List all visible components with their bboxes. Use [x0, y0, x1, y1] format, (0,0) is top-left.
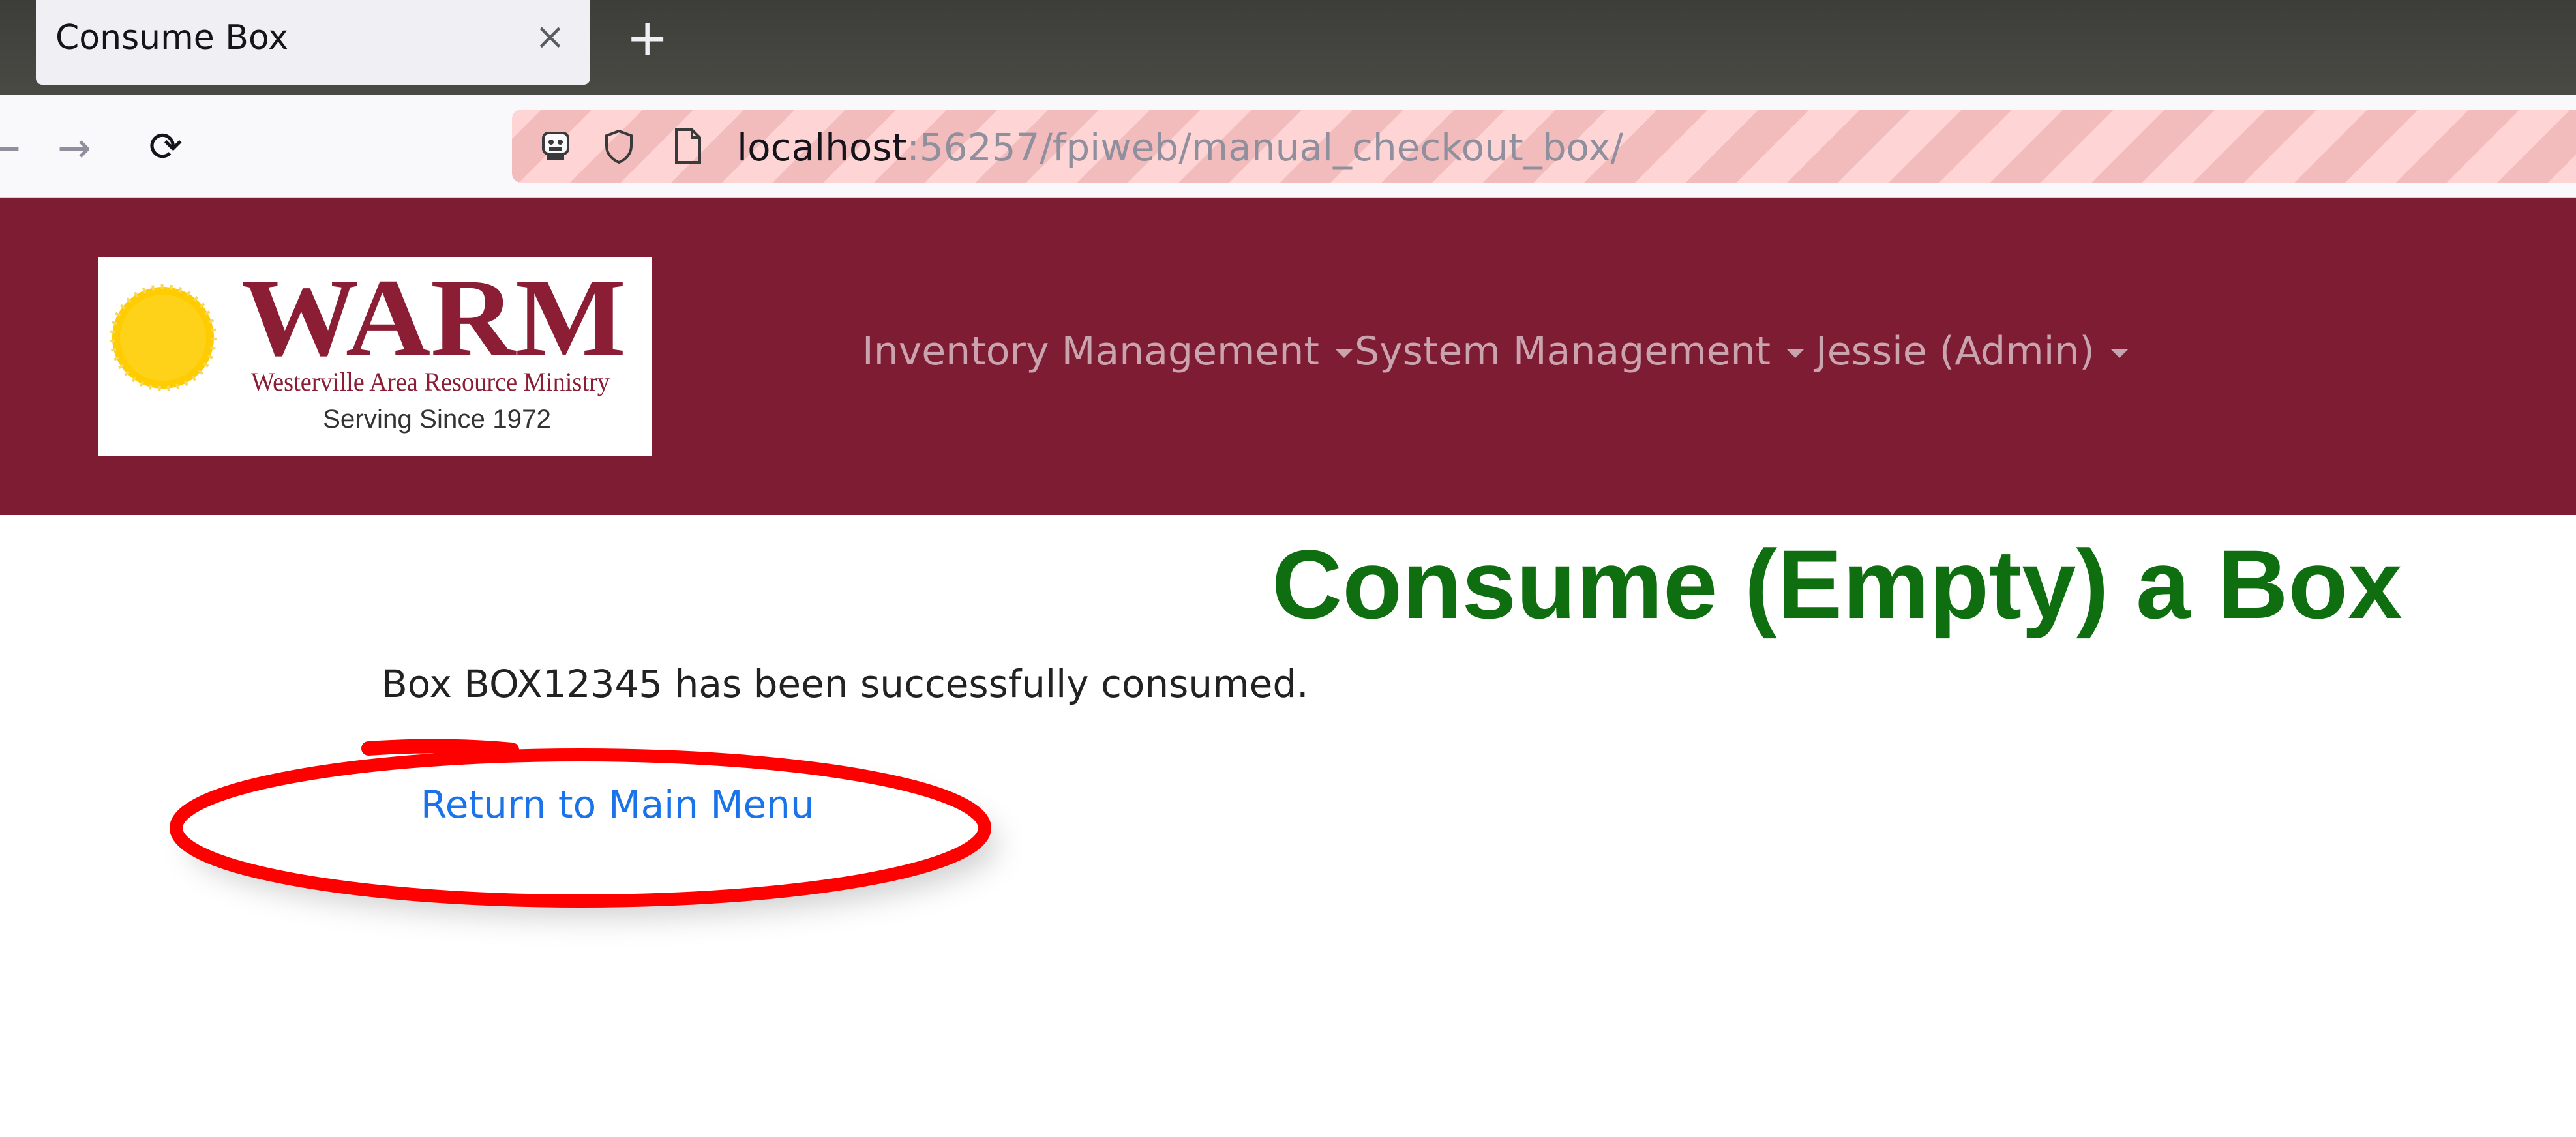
- browser-tab[interactable]: Consume Box ×: [36, 0, 590, 85]
- logo-title: WARM: [241, 257, 626, 379]
- url-text[interactable]: localhost:56257/fpiweb/manual_checkout_b…: [737, 125, 1623, 170]
- robot-icon[interactable]: [539, 128, 572, 163]
- site-header: WARM Westerville Area Resource Ministry …: [0, 198, 2576, 515]
- nav-label: Inventory Management: [862, 329, 1319, 374]
- sun-icon: [110, 284, 217, 391]
- return-to-main-menu-link[interactable]: Return to Main Menu: [421, 782, 815, 827]
- nav-inventory-management[interactable]: Inventory Management: [862, 329, 1353, 374]
- page-title: Consume (Empty) a Box: [1272, 529, 2403, 639]
- nav-system-management[interactable]: System Management: [1355, 329, 1805, 374]
- tab-title: Consume Box: [55, 18, 288, 57]
- warm-logo[interactable]: WARM Westerville Area Resource Ministry …: [98, 257, 652, 456]
- logo-tagline: Serving Since 1972: [323, 405, 551, 434]
- url-path: :56257/fpiweb/manual_checkout_box/: [906, 125, 1624, 170]
- logo-subtitle: Westerville Area Resource Ministry: [251, 367, 610, 396]
- success-message: Box BOX12345 has been successfully consu…: [382, 662, 1309, 706]
- reload-button[interactable]: ⟳: [149, 123, 183, 170]
- chevron-down-icon: [2110, 349, 2129, 359]
- back-button[interactable]: ←: [0, 124, 21, 171]
- new-tab-button[interactable]: +: [626, 9, 668, 68]
- close-icon[interactable]: ×: [535, 16, 565, 58]
- browser-toolbar: ← → ⟳ localhost:56257/fpiweb/manual_chec…: [0, 95, 2576, 198]
- url-bar[interactable]: localhost:56257/fpiweb/manual_checkout_b…: [512, 110, 2576, 183]
- page-icon[interactable]: [674, 128, 702, 164]
- nav-label: Jessie (Admin): [1816, 329, 2095, 374]
- red-ellipse-annotation: [170, 739, 998, 917]
- nav-label: System Management: [1355, 329, 1771, 374]
- shield-icon[interactable]: [603, 129, 635, 164]
- chevron-down-icon: [1334, 349, 1353, 359]
- url-host: localhost: [737, 125, 907, 170]
- browser-tab-strip: Consume Box × +: [0, 0, 2576, 95]
- forward-button[interactable]: →: [57, 124, 91, 171]
- chevron-down-icon: [1786, 349, 1805, 359]
- nav-user-menu[interactable]: Jessie (Admin): [1816, 329, 2129, 374]
